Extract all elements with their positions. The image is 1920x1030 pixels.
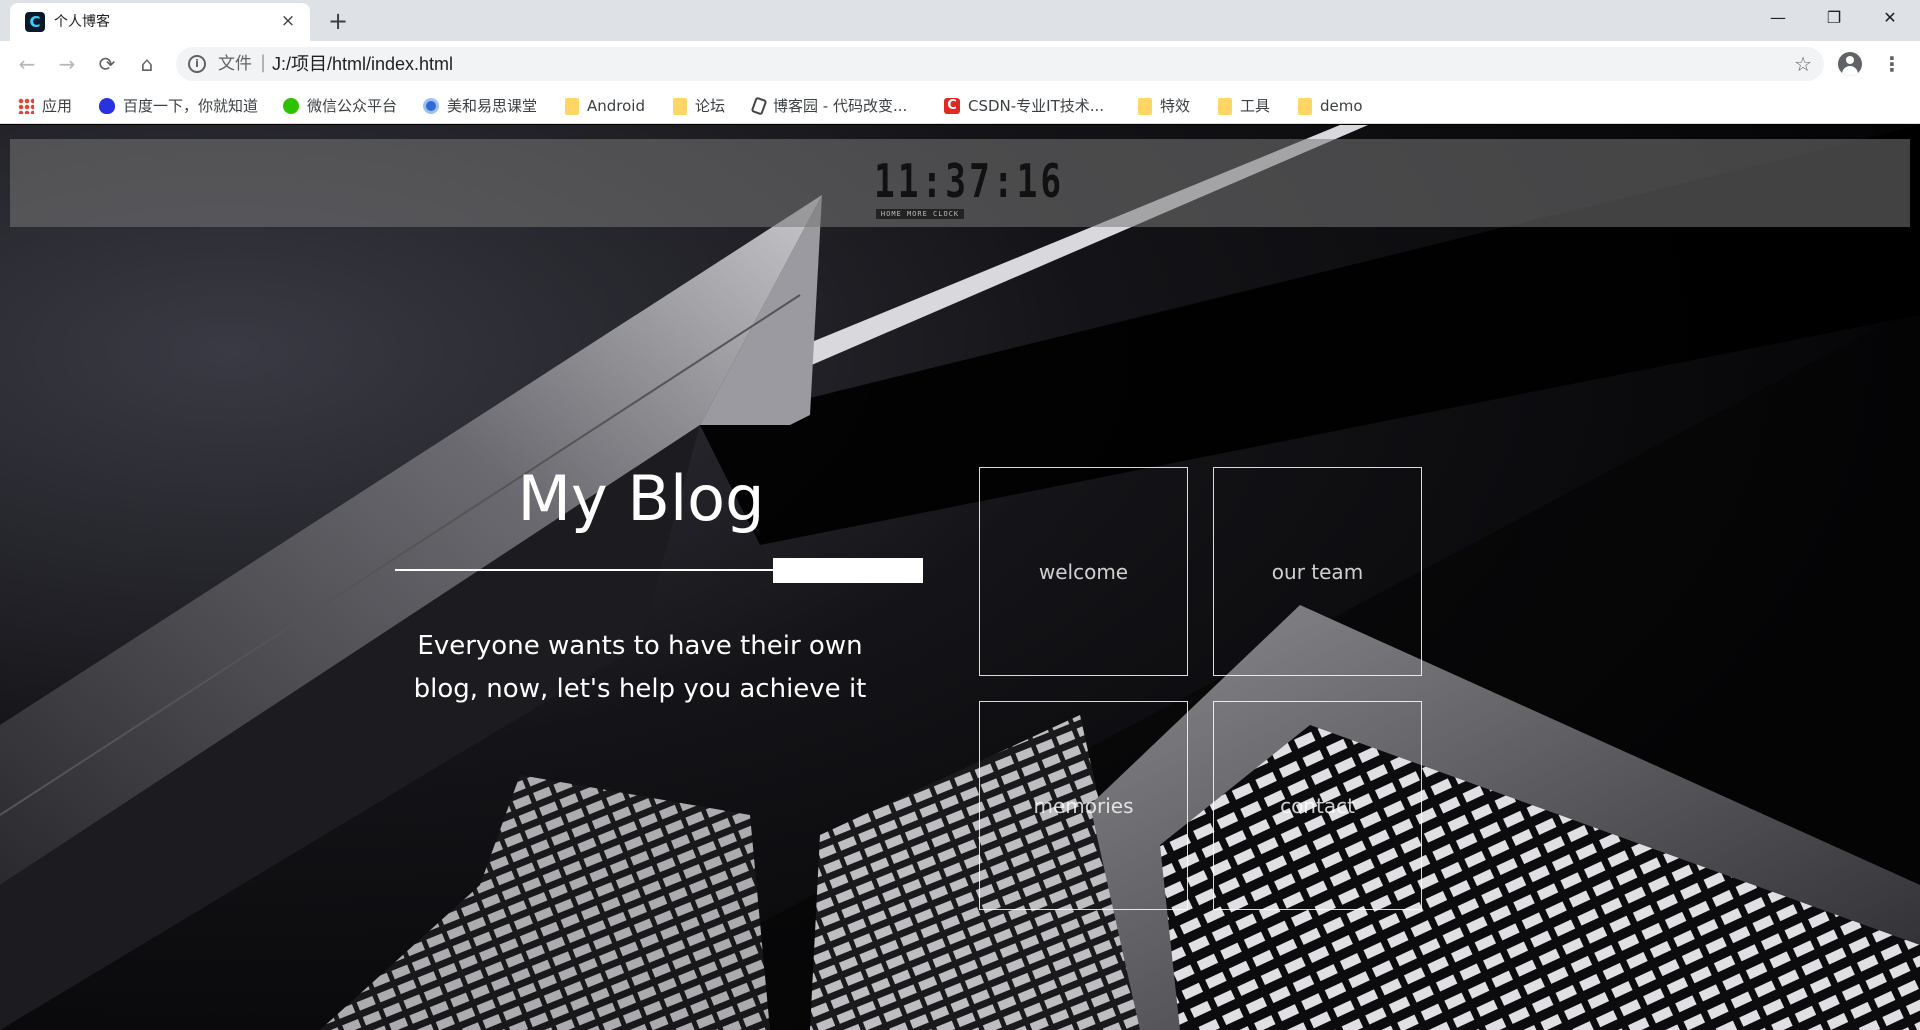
bookmark-forum[interactable]: 论坛	[673, 95, 725, 117]
bookmark-wechat[interactable]: 微信公众平台	[283, 95, 397, 117]
browser-tab[interactable]: C 个人博客 ×	[10, 3, 310, 41]
minimize-button[interactable]: —	[1750, 0, 1806, 36]
folder-icon	[1218, 97, 1232, 115]
tab-title: 个人博客	[54, 14, 110, 30]
nav-box-memories[interactable]: memories	[979, 701, 1188, 910]
bookmark-label: 百度一下，你就知道	[123, 97, 259, 115]
forward-icon[interactable]: →	[52, 49, 82, 79]
bookmark-label: demo	[1320, 97, 1363, 115]
bookmarks-bar: 应用 百度一下，你就知道 微信公众平台 美和易思课堂 Android 论坛 博客…	[0, 87, 1920, 124]
tab-close-icon[interactable]: ×	[278, 11, 298, 31]
clock-caption: HOME MORE CLOCK	[876, 209, 964, 219]
bookmark-label: 微信公众平台	[307, 97, 398, 115]
bookmark-cnblogs[interactable]: 博客园 - 代码改变...	[750, 95, 908, 117]
nav-box-our-team[interactable]: our team	[1213, 467, 1422, 676]
address-bar[interactable]: i 文件 | J:/项目/html/index.html ☆	[176, 47, 1824, 81]
title-underline	[395, 569, 775, 571]
blog-tagline: Everyone wants to have their own blog, n…	[413, 631, 867, 704]
bookmark-label: 论坛	[695, 97, 726, 115]
bookmark-demo[interactable]: demo	[1298, 95, 1363, 117]
bookmark-label: 应用	[42, 97, 73, 115]
address-separator: |	[260, 52, 267, 73]
bookmark-effects[interactable]: 特效	[1138, 95, 1190, 117]
profile-avatar-icon[interactable]	[1838, 52, 1862, 76]
site-info-icon[interactable]: i	[188, 55, 206, 73]
cnblogs-icon	[750, 96, 768, 116]
bookmark-label: 美和易思课堂	[447, 97, 538, 115]
bookmark-apps[interactable]: 应用	[18, 95, 72, 117]
bookmark-label: 工具	[1240, 97, 1271, 115]
bookmark-android[interactable]: Android	[565, 95, 645, 117]
bookmark-baidu[interactable]: 百度一下，你就知道	[99, 95, 258, 117]
folder-icon	[565, 97, 579, 115]
bookmark-label: 特效	[1160, 97, 1191, 115]
globe-icon	[423, 98, 439, 114]
new-tab-button[interactable]: +	[324, 7, 352, 35]
browser-menu-icon[interactable]: ⋮	[1882, 50, 1902, 78]
bookmark-csdn[interactable]: C CSDN-专业IT技术...	[944, 95, 1104, 117]
folder-icon	[1298, 97, 1312, 115]
baidu-icon	[99, 98, 115, 114]
bookmark-label: 博客园 - 代码改变...	[773, 97, 908, 115]
browser-toolbar: ← → ⟳ ⌂ i 文件 | J:/项目/html/index.html ☆	[0, 41, 1920, 87]
page-viewport: 11:37:16 HOME MORE CLOCK My Blog Everyon…	[0, 125, 1920, 1030]
title-underline-block	[773, 558, 923, 583]
folder-icon	[1138, 97, 1152, 115]
apps-icon	[18, 98, 34, 114]
folder-icon	[673, 97, 687, 115]
window-close-button[interactable]: ✕	[1862, 0, 1918, 36]
reload-icon[interactable]: ⟳	[92, 49, 122, 79]
clock-time: 11:37:16	[874, 154, 1065, 208]
clock-bar: 11:37:16 HOME MORE CLOCK	[10, 139, 1910, 227]
csdn-icon: C	[944, 98, 960, 114]
background-architecture-image	[0, 125, 1920, 1030]
wechat-icon	[283, 98, 299, 114]
nav-box-contact[interactable]: contact	[1213, 701, 1422, 910]
bookmark-star-icon[interactable]: ☆	[1794, 52, 1812, 76]
bookmark-meihe[interactable]: 美和易思课堂	[423, 95, 537, 117]
blog-title: My Blog	[517, 462, 765, 535]
address-url[interactable]: J:/项目/html/index.html	[272, 54, 453, 74]
address-scheme: 文件	[218, 54, 252, 74]
tab-strip: C 个人博客 × + — ❐ ✕	[0, 0, 1920, 41]
restore-button[interactable]: ❐	[1806, 0, 1862, 36]
nav-box-welcome[interactable]: welcome	[979, 467, 1188, 676]
home-icon[interactable]: ⌂	[132, 49, 162, 79]
bookmark-tools[interactable]: 工具	[1218, 95, 1270, 117]
bookmark-label: CSDN-专业IT技术...	[968, 97, 1105, 115]
site-favicon-icon: C	[25, 12, 45, 32]
bookmark-label: Android	[587, 97, 645, 115]
back-icon[interactable]: ←	[12, 49, 42, 79]
